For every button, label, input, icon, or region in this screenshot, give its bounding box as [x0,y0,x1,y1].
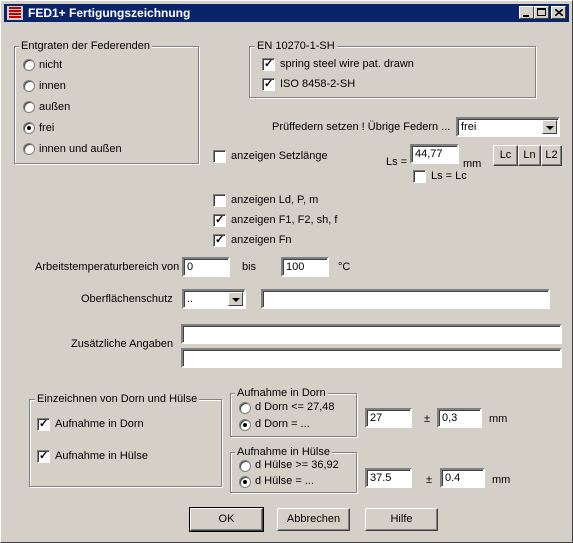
checkbox-anzeigen-ld[interactable] [213,194,226,207]
temp-unit: °C [338,261,351,273]
aufnahme-dorn-group [230,393,357,437]
checkbox-spring-steel[interactable]: ✓ [262,58,275,71]
aufnahme-huelse-group-label: Aufnahme in Hülse [235,446,332,458]
radio-entgraten-nicht[interactable] [23,59,35,71]
ls-input[interactable]: 44,77 [410,144,459,164]
radio-huelse-auto[interactable] [239,460,251,472]
checkbox-aufnahme-huelse[interactable]: ✓ [37,450,50,463]
radio-label-huelse-auto: d Hülse >= 36,92 [255,459,339,471]
huelse-unit: mm [492,474,511,486]
help-button[interactable]: Hilfe [365,508,438,531]
lc-button[interactable]: Lc [493,145,518,166]
checkbox-ls-equals-lc[interactable] [413,170,426,183]
check-mark-icon: ✓ [264,58,274,70]
radio-label-innen-und-aussen: innen und außen [39,143,122,155]
minimize-icon [523,15,529,17]
zusatz-line1-input[interactable] [181,324,562,344]
oberflaeche-text-input[interactable] [261,289,550,309]
huelse-pm-label: ± [426,474,433,486]
zusatz-line2-input[interactable] [181,348,562,368]
norm-group [249,46,536,98]
checkbox-aufnahme-dorn[interactable]: ✓ [37,418,50,431]
cancel-button[interactable]: Abbrechen [277,508,350,531]
dorn-tolerance-input[interactable]: 0,3 [437,408,482,428]
checkbox-anzeigen-f1[interactable]: ✓ [213,214,226,227]
aufnahme-dorn-group-label: Aufnahme in Dorn [235,387,328,399]
radio-selected-dot [243,480,247,484]
radio-label-nicht: nicht [39,59,63,71]
radio-label-frei: frei [39,122,55,134]
check-mark-icon: ✓ [215,214,225,226]
radio-entgraten-innen[interactable] [23,80,35,92]
oberflaeche-dropdown[interactable]: .. [182,289,246,309]
checkbox-label-aufnahme-huelse: Aufnahme in Hülse [55,450,148,462]
entgraten-group-label: Entgraten der Federenden [19,40,153,52]
chevron-down-icon[interactable] [542,120,557,134]
radio-entgraten-aussen[interactable] [23,101,35,113]
checkbox-iso-8458[interactable]: ✓ [262,78,275,91]
ls-label: Ls = [386,156,408,168]
spring-icon [7,6,23,20]
dialog-window: FED1+ Fertigungszeichnung Entgraten der … [0,0,573,543]
check-mark-icon: ✓ [39,418,49,430]
radio-label-huelse-manual: d Hülse = ... [255,475,315,487]
l2-button[interactable]: L2 [541,145,562,166]
ln-button[interactable]: Ln [518,145,541,166]
maximize-button[interactable] [534,6,549,19]
radio-dorn-manual[interactable] [239,419,251,431]
huelse-value-input[interactable]: 37.5 [365,468,412,488]
radio-label-aussen: außen [39,101,71,113]
dorn-unit: mm [489,413,508,425]
temp-to-input[interactable]: 100 [281,257,329,277]
ls-unit: mm [463,158,482,170]
minimize-button[interactable] [519,6,534,19]
radio-label-innen: innen [39,80,66,92]
checkbox-label-ls-equals-lc: Ls = Lc [431,170,467,182]
pruef-label: Prüffedern setzen ! Übrige Federn ... [272,121,451,133]
window-title: FED1+ Fertigungszeichnung [28,6,191,20]
checkbox-setzlaenge[interactable] [213,150,226,163]
zusatz-label: Zusätzliche Angaben [71,338,174,350]
dorn-huelse-group-label: Einzeichnen von Dorn und Hülse [35,393,200,405]
radio-selected-dot [243,423,247,427]
radio-selected-dot [27,126,31,130]
maximize-icon [537,8,546,16]
checkbox-label-anzeigen-fn: anzeigen Fn [231,234,292,246]
temp-label: Arbeitstemperaturbereich von [35,261,180,273]
temp-bis-label: bis [242,261,257,273]
title-bar[interactable]: FED1+ Fertigungszeichnung [4,4,569,22]
close-button[interactable] [551,6,566,19]
checkbox-label-anzeigen-f1: anzeigen F1, F2, sh, f [231,214,338,226]
check-mark-icon: ✓ [264,78,274,90]
dorn-pm-label: ± [424,413,431,425]
radio-label-dorn-manual: d Dorn = ... [255,418,310,430]
dorn-value-input[interactable]: 27 [365,408,412,428]
radio-entgraten-frei[interactable] [23,122,35,134]
radio-huelse-manual[interactable] [239,476,251,488]
checkbox-label-anzeigen-ld: anzeigen Ld, P, m [231,194,319,206]
pruef-dropdown[interactable]: frei [456,117,560,137]
huelse-tolerance-input[interactable]: 0.4 [440,468,485,488]
checkbox-label-setzlaenge: anzeigen Setzlänge [231,150,328,162]
pruef-dropdown-value: frei [461,121,477,133]
check-mark-icon: ✓ [215,234,225,246]
check-mark-icon: ✓ [39,450,49,462]
oberflaeche-label: Oberflächenschutz [81,293,173,305]
oberflaeche-dropdown-value: .. [187,293,194,305]
checkbox-label-aufnahme-dorn: Aufnahme in Dorn [55,418,144,430]
checkbox-label-spring-steel: spring steel wire pat. drawn [280,58,414,70]
dorn-huelse-group [29,399,222,487]
chevron-down-icon[interactable] [228,292,243,306]
radio-label-dorn-auto: d Dorn <= 27,48 [255,401,335,413]
radio-dorn-auto[interactable] [239,402,251,414]
temp-from-input[interactable]: 0 [182,257,230,277]
checkbox-label-iso-8458: ISO 8458-2-SH [280,78,356,90]
radio-entgraten-innen-und-aussen[interactable] [23,143,35,155]
norm-group-label: EN 10270-1-SH [255,40,337,52]
checkbox-anzeigen-fn[interactable]: ✓ [213,234,226,247]
ok-button[interactable]: OK [189,507,264,532]
close-icon [555,9,563,16]
